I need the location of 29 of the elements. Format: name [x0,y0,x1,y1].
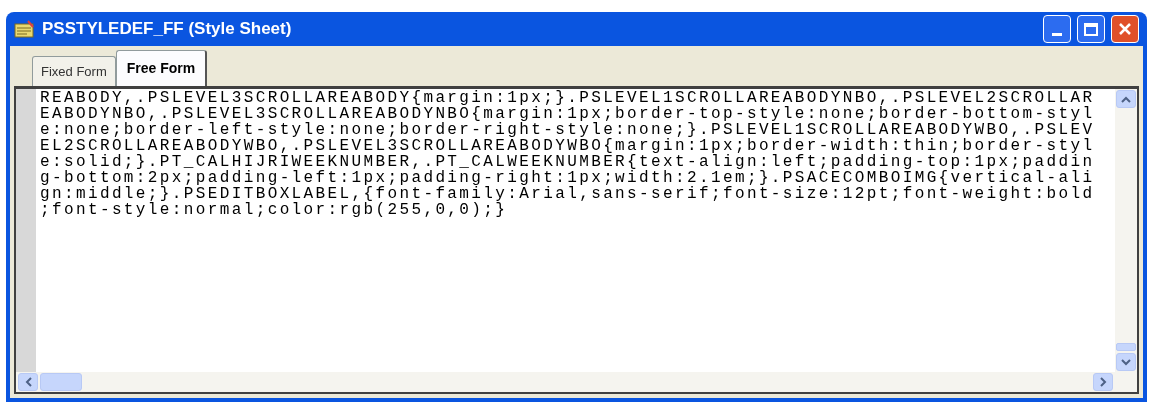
code-line: g-bottom:2px;padding-left:1px;padding-right:1px;width:2.1em;}.PSACECOMBOIMG{vertical-ali [40,170,1096,186]
text-editor[interactable] [14,86,1139,394]
window-title: PSSTYLEDEF_FF (Style Sheet) [42,18,293,41]
code-line: gn:middle;}.PSEDITBOXLABEL,{font-family:Arial,sans-serif;font-size:12pt;font-weight:bold [40,186,1096,202]
close-button[interactable] [1111,15,1139,43]
code-line: e:none;border-left-style:none;border-right-style:none;}.PSLEVEL1SCROLLAREABODYWBO,.PSLEV [40,122,1096,138]
maximize-button[interactable] [1077,15,1105,43]
code-line: EL2SCROLLAREABODYWBO,.PSLEVEL3SCROLLAREABODYWBO{margin:1px;border-width:thin;border-styl [40,138,1096,154]
caret-up-icon [1121,95,1131,103]
horizontal-scrollbar[interactable] [16,372,1137,392]
scroll-thumb[interactable] [40,373,82,391]
code-line: e:solid;}.PT_CALHIJRIWEEKNUMBER,.PT_CALWEEKNUMBER{text-align:left;padding-top:1px;paddin [40,154,1096,170]
tab[interactable]: Free Form [115,50,208,86]
caret-right-icon [1099,377,1107,387]
scroll-right-button[interactable] [1093,373,1113,391]
scroll-left-button[interactable] [18,373,38,391]
code-line: ;font-style:normal;color:rgb(255,0,0);} [40,202,508,218]
notepad-icon [14,20,36,38]
caret-down-icon [1121,358,1131,366]
code-line: REABODY,.PSLEVEL3SCROLLAREABODY{margin:1px;}.PSLEVEL1SCROLLAREABODYNBO,.PSLEVEL2SCROLLAR [40,90,1096,106]
close-icon [1118,22,1132,36]
code-line: EABODYNBO,.PSLEVEL3SCROLLAREABODYNBO{margin:1px;border-top-style:none;border-bottom-styl [40,106,1096,122]
caret-left-icon [24,377,32,387]
scroll-up-button[interactable] [1116,90,1136,108]
scroll-thumb[interactable] [1116,343,1136,351]
scroll-down-button[interactable] [1116,353,1136,371]
minimize-button[interactable] [1043,15,1071,43]
tab[interactable]: Fixed Form [32,56,116,86]
vertical-scrollbar[interactable] [1115,89,1137,372]
